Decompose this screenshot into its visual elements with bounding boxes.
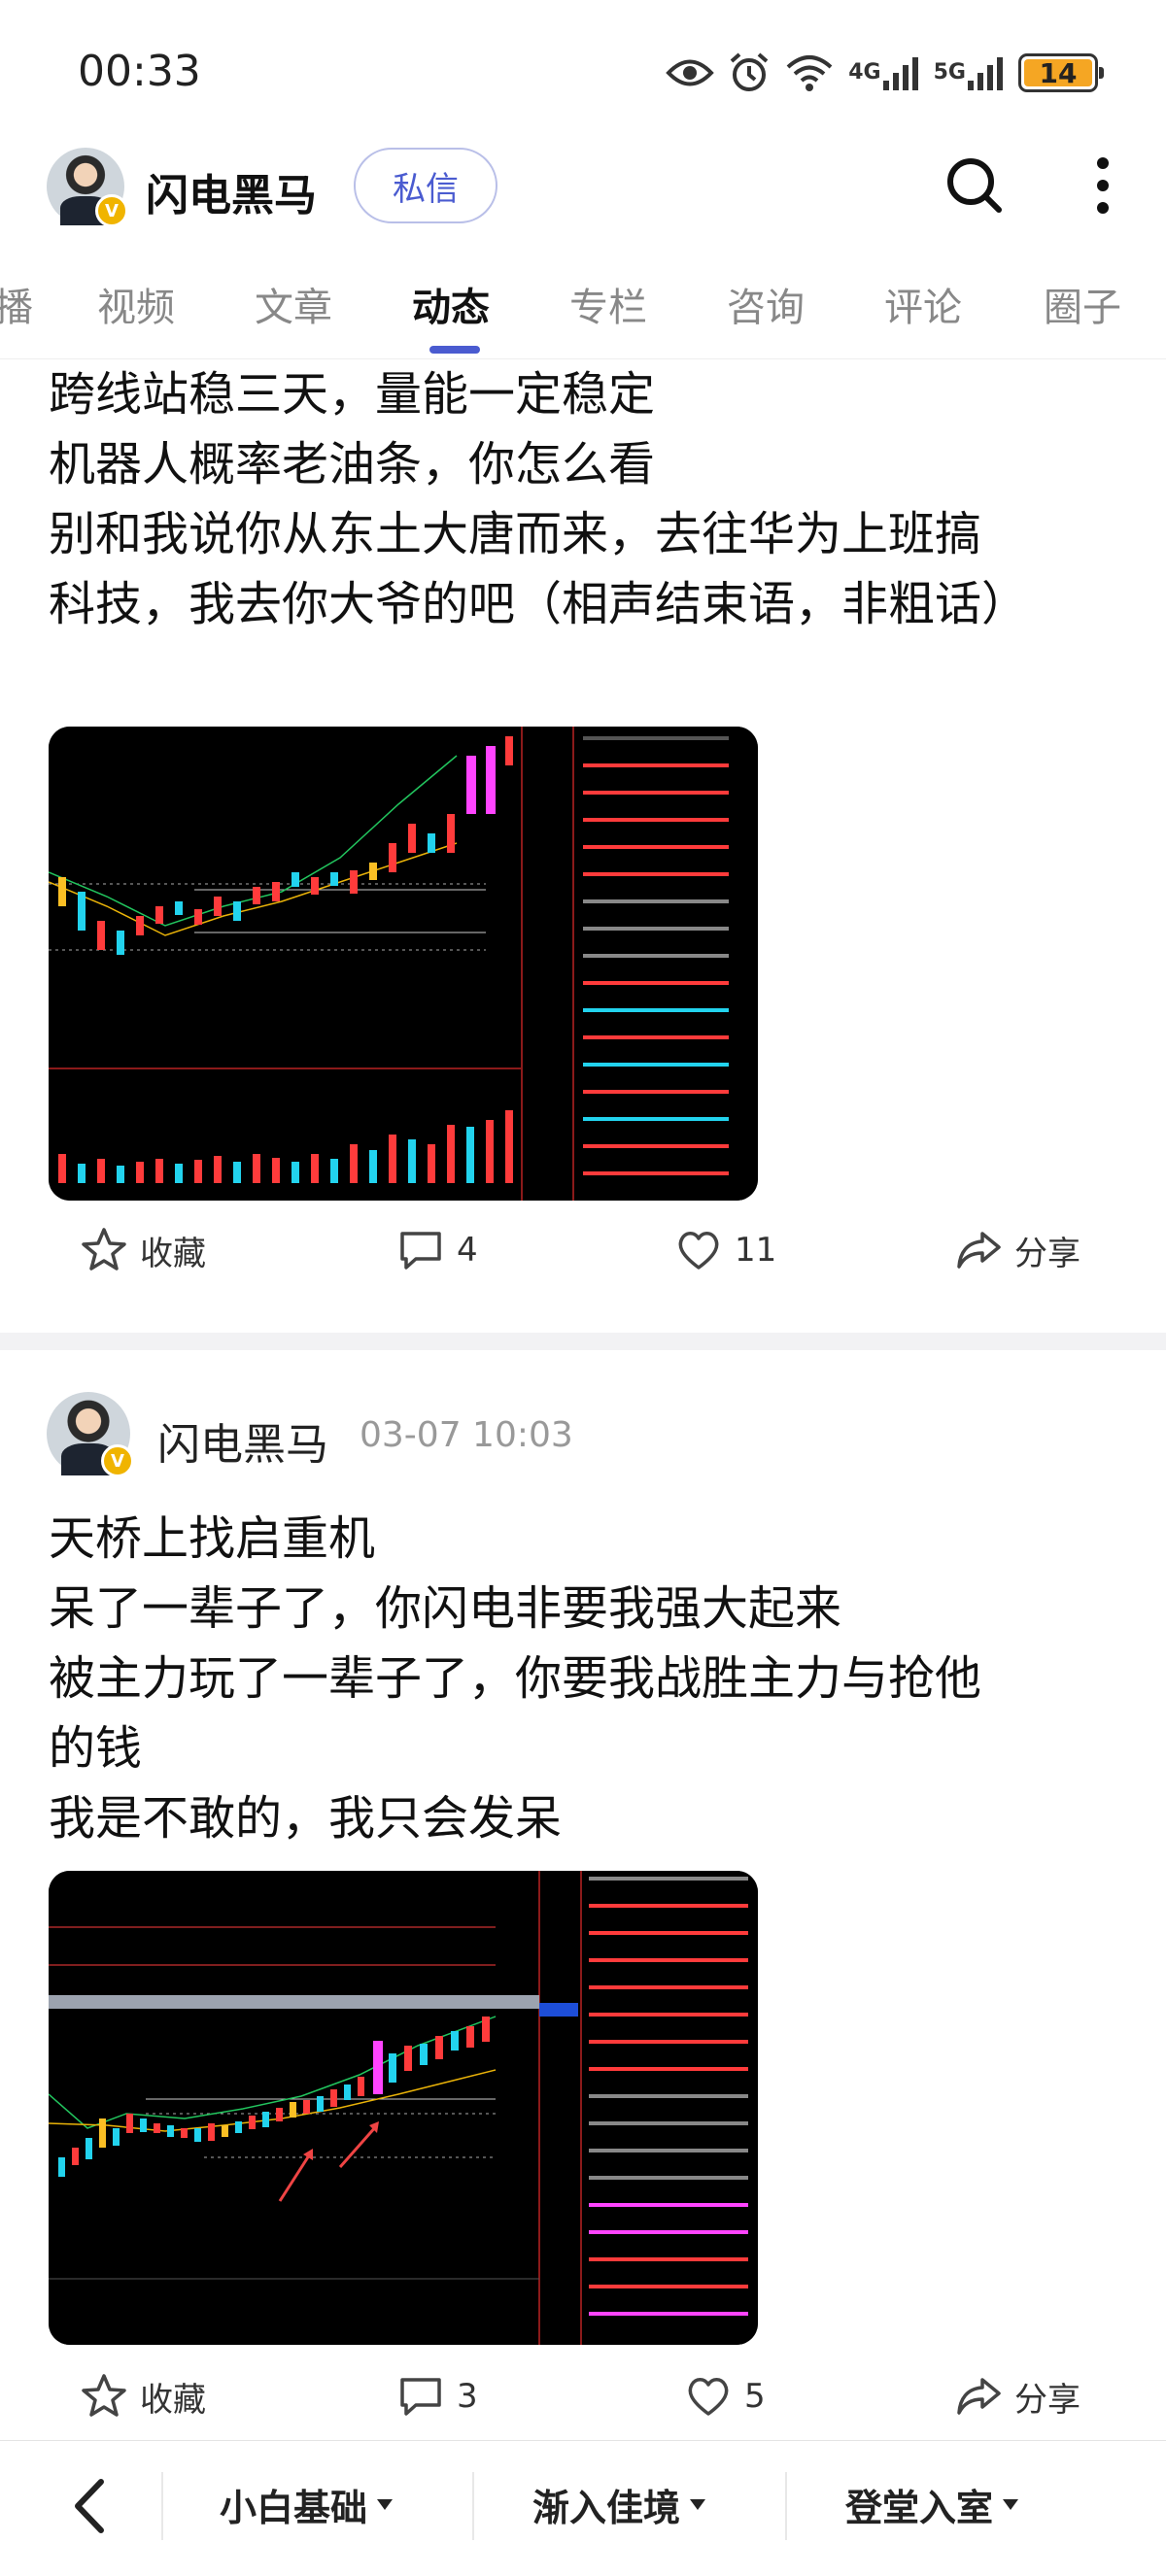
candlestick-chart: [49, 727, 758, 1201]
post-line: 我是不敢的，我只会发呆: [49, 1791, 563, 1846]
battery-level: 14: [1039, 56, 1078, 89]
menu-advanced[interactable]: 登堂入室: [845, 2478, 1019, 2531]
eye-icon: [666, 56, 715, 89]
message-button[interactable]: 私信: [354, 148, 497, 223]
share-icon: [957, 1232, 1001, 1269]
favorite-label: 收藏: [140, 2380, 206, 2420]
tab-bar: 播 视频 文章 动态 专栏 咨询 评论 圈子: [0, 262, 1166, 359]
share-label: 分享: [1014, 1234, 1080, 1273]
post-line: 机器人概率老油条，你怎么看: [49, 437, 656, 491]
bottom-menu-bar: 小白基础 渐入佳境 登堂入室: [0, 2440, 1166, 2576]
share-button[interactable]: 分享: [954, 1226, 1080, 1274]
back-arrow-icon[interactable]: [58, 2472, 126, 2540]
verified-badge: V: [95, 194, 128, 227]
favorite-label: 收藏: [140, 1234, 206, 1273]
star-icon: [82, 1228, 126, 1271]
battery-icon: 14: [1018, 53, 1104, 92]
menu-intermediate-label: 渐入佳境: [532, 2487, 681, 2529]
menu-advanced-label: 登堂入室: [845, 2487, 994, 2529]
like-button[interactable]: 11: [674, 1226, 776, 1274]
heart-icon: [678, 1232, 719, 1270]
search-icon[interactable]: [943, 153, 1007, 218]
verified-badge: V: [101, 1444, 134, 1477]
post-header: V 闪电黑马 03-07 10:03: [0, 1384, 1166, 1481]
tab-live[interactable]: 播: [0, 276, 33, 332]
tab-articles[interactable]: 文章: [255, 276, 332, 332]
comment-button[interactable]: 4: [396, 1226, 478, 1274]
comment-count: 4: [457, 1231, 478, 1270]
menu-intermediate[interactable]: 渐入佳境: [532, 2478, 706, 2531]
post-line: 的钱: [49, 1721, 143, 1776]
post-text: 跨线站稳三天，量能一定稳定 机器人概率老油条，你怎么看 别和我说你从东土大唐而来…: [49, 359, 1127, 639]
battery-fill: 14: [1024, 56, 1092, 89]
wifi-icon: [784, 53, 835, 92]
profile-header: V 闪电黑马 私信: [0, 136, 1166, 243]
caret-down-icon: [377, 2499, 394, 2510]
post-line: 被主力玩了一辈子了，你要我战胜主力与抢他: [49, 1651, 982, 1706]
share-label: 分享: [1014, 2380, 1080, 2420]
stock-chart-image[interactable]: [49, 727, 758, 1201]
candlestick-chart: [49, 1871, 758, 2345]
post-line: 呆了一辈子了，你闪电非要我强大起来: [49, 1581, 842, 1636]
post-text: 天桥上找启重机 呆了一辈子了，你闪电非要我强大起来 被主力玩了一辈子了，你要我战…: [49, 1504, 1127, 1853]
menu-divider: [785, 2472, 787, 2540]
signal-icon: 5G: [934, 53, 1005, 92]
post-author[interactable]: 闪电黑马: [157, 1409, 328, 1472]
tab-updates[interactable]: 动态: [412, 276, 490, 332]
profile-name: 闪电黑马: [146, 171, 317, 220]
signal-icon: 4G: [848, 53, 919, 92]
tab-columns[interactable]: 专栏: [569, 276, 647, 332]
status-bar: 00:33 4G 5G 14: [0, 0, 1166, 136]
comment-button[interactable]: 3: [396, 2372, 478, 2421]
comment-icon: [400, 2378, 441, 2416]
favorite-button[interactable]: 收藏: [80, 1226, 206, 1274]
tab-video[interactable]: 视频: [97, 276, 175, 332]
network-4g-label: 4G: [848, 60, 881, 85]
comment-count: 3: [457, 2377, 478, 2416]
menu-basics-label: 小白基础: [220, 2487, 368, 2529]
caret-down-icon: [690, 2499, 706, 2510]
tab-indicator: [429, 346, 480, 354]
menu-divider: [472, 2472, 474, 2540]
status-icons: 4G 5G 14: [666, 49, 1104, 97]
post-line: 天桥上找启重机: [49, 1511, 376, 1566]
star-icon: [82, 2374, 126, 2417]
heart-icon: [688, 2378, 729, 2416]
network-5g-label: 5G: [933, 60, 966, 85]
more-icon[interactable]: [1079, 153, 1127, 218]
share-button[interactable]: 分享: [954, 2372, 1080, 2421]
post-divider: [0, 1333, 1166, 1350]
post-action-bar: 收藏 4 11 分享: [0, 1226, 1166, 1304]
alarm-icon: [728, 51, 771, 94]
menu-divider: [161, 2472, 163, 2540]
comment-icon: [400, 1232, 441, 1270]
post-timestamp: 03-07 10:03: [360, 1415, 573, 1455]
status-time: 00:33: [78, 47, 201, 96]
like-count: 11: [735, 1231, 777, 1270]
caret-down-icon: [1003, 2499, 1019, 2510]
menu-basics[interactable]: 小白基础: [220, 2478, 394, 2531]
like-button[interactable]: 5: [684, 2372, 766, 2421]
avatar[interactable]: V: [47, 148, 128, 227]
post-action-bar: 收藏 3 5 分享: [0, 2372, 1166, 2450]
tab-circles[interactable]: 圈子: [1044, 276, 1121, 332]
post-line: 别和我说你从东土大唐而来，去往华为上班搞: [49, 507, 982, 561]
tab-consult[interactable]: 咨询: [727, 276, 805, 332]
tab-comments[interactable]: 评论: [884, 276, 962, 332]
post-line: 科技，我去你大爷的吧（相声结束语，非粗话）: [49, 577, 1029, 631]
avatar[interactable]: V: [47, 1392, 134, 1477]
like-count: 5: [744, 2377, 766, 2416]
post-line: 跨线站稳三天，量能一定稳定: [49, 367, 656, 422]
share-icon: [957, 2378, 1001, 2415]
favorite-button[interactable]: 收藏: [80, 2372, 206, 2421]
stock-chart-image[interactable]: [49, 1871, 758, 2345]
